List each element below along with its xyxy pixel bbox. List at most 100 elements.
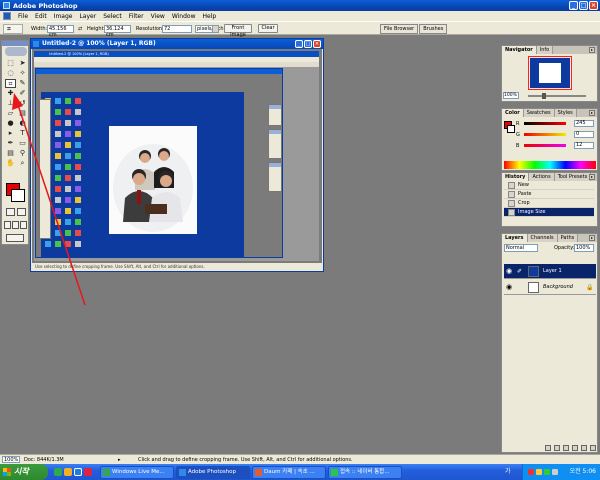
move-tool-icon[interactable]: ➤ [17,59,28,68]
taskbar-item-messenger[interactable]: Windows Live Me... [100,466,174,479]
document-canvas[interactable]: Untitled-2 @ 100% (Layer 1, RGB) [32,49,322,263]
height-input[interactable]: 36.124 cm [104,25,131,38]
quick-launch-icon[interactable] [54,468,62,476]
channel-b-slider[interactable] [524,144,566,147]
layer-style-icon[interactable] [545,444,551,451]
layer-mask-icon[interactable] [554,444,560,451]
navigator-menu-button[interactable]: ▸ [589,47,595,53]
tab-navigator[interactable]: Navigator [502,46,537,54]
color-spectrum-bar[interactable] [504,161,596,169]
history-item[interactable]: New [504,181,594,190]
hand-tool-icon[interactable]: ✋ [5,159,16,168]
lasso-tool-icon[interactable]: ◌ [5,69,16,78]
magic-wand-tool-icon[interactable]: ✧ [17,69,28,78]
taskbar-item-photoshop[interactable]: Adobe Photoshop [176,466,250,479]
eraser-tool-icon[interactable]: ▱ [5,109,16,118]
menu-window[interactable]: Window [172,13,196,20]
tab-swatches[interactable]: Swatches [523,109,555,117]
tray-icon[interactable] [552,469,558,475]
tab-tool-presets[interactable]: Tool Presets [554,173,592,181]
opacity-input[interactable]: 100% [574,244,594,252]
menu-help[interactable]: Help [203,13,217,20]
menu-file[interactable]: File [18,13,28,20]
adjustment-layer-icon[interactable] [572,444,578,451]
clone-stamp-tool-icon[interactable]: ⊥ [5,99,16,108]
resolution-input[interactable]: 72 [162,25,192,33]
toolbox-header[interactable] [2,41,28,46]
eye-icon[interactable]: ◉ [506,268,515,275]
doc-maximize-button[interactable]: □ [304,40,312,48]
clock[interactable]: 오전 5:06 [570,464,596,480]
channel-g-input[interactable]: 0 [574,131,594,138]
navigator-view-box[interactable] [528,56,572,90]
doc-minimize-button[interactable]: _ [295,40,303,48]
healing-brush-tool-icon[interactable]: ✚ [5,89,16,98]
screen-mode-full-menu-icon[interactable] [12,221,19,229]
tab-history[interactable]: History [502,173,530,181]
channel-g-slider[interactable] [524,133,566,136]
taskbar-item-naver[interactable]: 접속 :: 네이버 통합... [328,466,402,479]
layer-row[interactable]: ◉ Background 🔒 [504,280,596,295]
tab-channels[interactable]: Channels [527,234,558,242]
tab-color[interactable]: Color [502,109,524,117]
file-browser-tab[interactable]: File Browser [380,24,419,34]
photoshop-menu-icon[interactable] [3,12,11,20]
zoom-tool-icon[interactable]: ⌕ [17,159,28,168]
menu-layer[interactable]: Layer [79,13,96,20]
tray-icon[interactable] [528,469,534,475]
swap-icon[interactable]: ⇄ [78,26,82,32]
history-menu-button[interactable]: ▸ [589,174,595,180]
color-bg-swatch[interactable] [507,125,515,133]
chevron-down-icon[interactable] [212,25,219,33]
jump-to-imageready-icon[interactable] [6,234,24,242]
background-color-swatch[interactable] [11,189,25,202]
menu-filter[interactable]: Filter [129,13,144,20]
history-brush-tool-icon[interactable]: ↺ [17,99,28,108]
tab-styles[interactable]: Styles [554,109,577,117]
menu-select[interactable]: Select [103,13,122,20]
standard-mode-icon[interactable] [6,208,15,216]
tab-layers[interactable]: Layers [502,234,528,242]
status-zoom-input[interactable]: 100% [2,456,20,463]
blur-tool-icon[interactable]: ● [5,119,16,128]
screen-mode-full-icon[interactable] [20,221,27,229]
front-image-button[interactable]: Front Image [224,24,252,38]
quick-launch-icon[interactable] [74,468,82,476]
quick-launch-icon[interactable] [84,468,92,476]
maximize-button[interactable]: □ [579,1,588,10]
trash-icon[interactable] [590,444,596,451]
minimize-button[interactable]: _ [569,1,578,10]
type-tool-icon[interactable]: T [17,129,28,138]
history-item-selected[interactable]: Image Size [504,208,594,217]
history-item[interactable]: Crop [504,199,594,208]
brushes-tab[interactable]: Brushes [419,24,448,34]
gradient-tool-icon[interactable]: ▤ [17,109,28,118]
adobe-online-button[interactable] [5,47,27,56]
document-title-bar[interactable]: Untitled-2 @ 100% (Layer 1, RGB) [31,39,323,49]
menu-edit[interactable]: Edit [35,13,47,20]
channel-b-input[interactable]: 12 [574,142,594,149]
channel-r-input[interactable]: 245 [574,120,594,127]
tray-icon[interactable] [536,469,542,475]
width-input[interactable]: 45.156 cm [47,25,74,38]
tab-info[interactable]: Info [536,46,554,54]
layer-row-selected[interactable]: ◉ ✐ Layer 1 [504,264,596,279]
shape-tool-icon[interactable]: ▭ [17,139,28,148]
quick-mask-mode-icon[interactable] [17,208,26,216]
marquee-tool-icon[interactable]: ⬚ [5,59,16,68]
clear-button[interactable]: Clear [258,24,278,33]
navigator-zoom-slider[interactable] [528,95,586,97]
tray-icon[interactable] [544,469,550,475]
pen-tool-icon[interactable]: ✒ [5,139,16,148]
history-item[interactable]: Paste [504,190,594,199]
tab-actions[interactable]: Actions [529,173,555,181]
eye-icon[interactable]: ◉ [506,284,515,291]
channel-r-slider[interactable] [524,122,566,125]
color-menu-button[interactable]: ▸ [589,110,595,116]
eyedropper-tool-icon[interactable]: ⚲ [17,149,28,158]
menu-image[interactable]: Image [54,13,73,20]
slice-tool-icon[interactable]: ✎ [17,79,28,88]
app-title-bar[interactable]: Adobe Photoshop _ □ × [0,0,600,11]
start-button[interactable]: 시작 [0,464,48,480]
brush-tool-icon[interactable]: ✐ [17,89,28,98]
